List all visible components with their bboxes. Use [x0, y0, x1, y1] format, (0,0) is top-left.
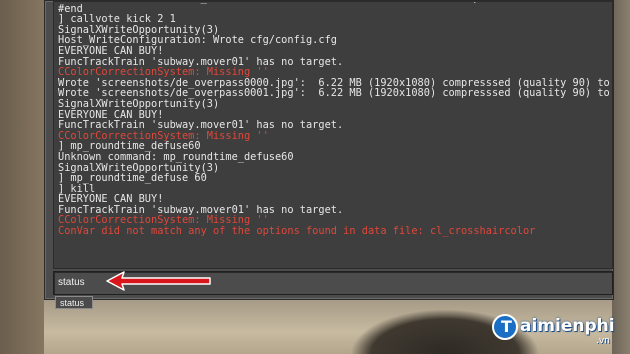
- command-suggestion[interactable]: status: [55, 296, 93, 309]
- game-wall-left: [0, 0, 44, 354]
- watermark-brand: aimienphi: [520, 316, 615, 336]
- console-line: EVERYONE CAN BUY!: [58, 44, 164, 57]
- red-arrow-icon: [106, 271, 211, 291]
- console-line: Unknown command: mp_roundtime_defuse60: [58, 150, 294, 163]
- developer-console: L 1 "I ST III "STEAM_1:0:XXXXXXXX" 03:12…: [44, 0, 614, 300]
- console-log: L 1 "I ST III "STEAM_1:0:XXXXXXXX" 03:12…: [58, 2, 612, 238]
- watermark-logo: T aimienphi .vn: [490, 310, 630, 350]
- game-wall-right: [612, 0, 630, 354]
- console-line: ] mp_roundtime_defuse 60: [58, 172, 207, 185]
- console-line: SignalXWriteOpportunity(3): [58, 97, 220, 110]
- watermark-tld: .vn: [596, 336, 610, 346]
- console-line: ConVar did not match any of the options …: [58, 225, 536, 238]
- console-output[interactable]: L 1 "I ST III "STEAM_1:0:XXXXXXXX" 03:12…: [53, 1, 613, 269]
- watermark-t-icon: T: [492, 314, 518, 340]
